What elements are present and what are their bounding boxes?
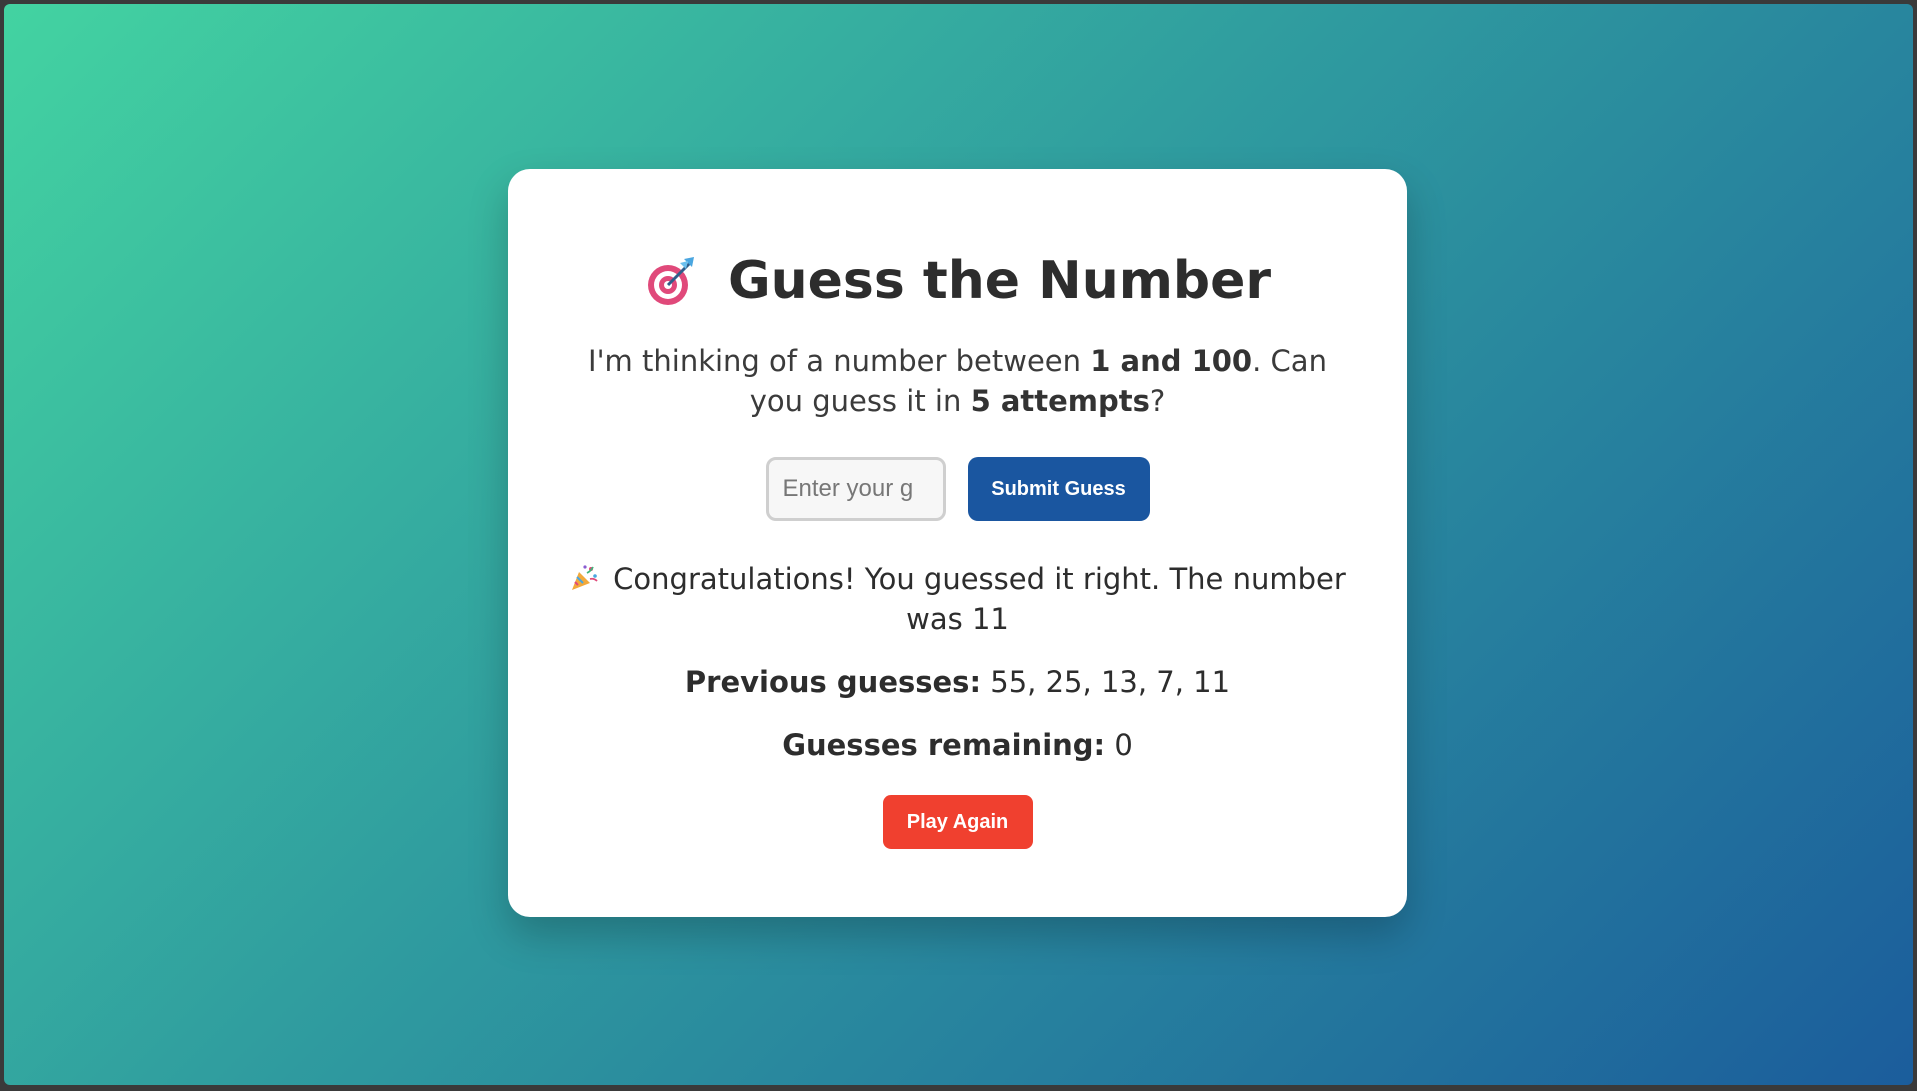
result-message: Congratulations! You guessed it right. T… bbox=[568, 559, 1347, 639]
play-again-button[interactable]: Play Again bbox=[882, 795, 1033, 849]
range-text: 1 and 100 bbox=[1090, 344, 1253, 378]
game-card: Guess the Number I'm thinking of a numbe… bbox=[508, 169, 1407, 917]
guesses-remaining-label: Guesses remaining: bbox=[782, 728, 1106, 762]
guess-form: Submit Guess bbox=[508, 457, 1407, 521]
page-background: Guess the Number I'm thinking of a numbe… bbox=[4, 4, 1913, 1085]
previous-guesses-label: Previous guesses: bbox=[684, 665, 982, 699]
previous-guesses: Previous guesses: 55, 25, 13, 7, 11 bbox=[508, 662, 1407, 702]
submit-guess-button[interactable]: Submit Guess bbox=[967, 457, 1150, 521]
previous-guesses-value: 55, 25, 13, 7, 11 bbox=[990, 665, 1231, 699]
instructions-text: I'm thinking of a number between 1 and 1… bbox=[578, 341, 1337, 421]
result-text: Congratulations! You guessed it right. T… bbox=[613, 562, 1346, 636]
intro-part3: ? bbox=[1149, 384, 1166, 418]
target-icon bbox=[644, 253, 700, 309]
party-popper-icon bbox=[569, 563, 599, 593]
guesses-remaining: Guesses remaining: 0 bbox=[508, 725, 1407, 765]
title-text: Guess the Number bbox=[727, 251, 1272, 311]
attempts-text: 5 attempts bbox=[970, 384, 1150, 418]
guess-input[interactable] bbox=[765, 457, 946, 521]
intro-part1: I'm thinking of a number between bbox=[588, 344, 1091, 378]
guesses-remaining-value: 0 bbox=[1114, 728, 1133, 762]
page-title: Guess the Number bbox=[508, 253, 1407, 309]
